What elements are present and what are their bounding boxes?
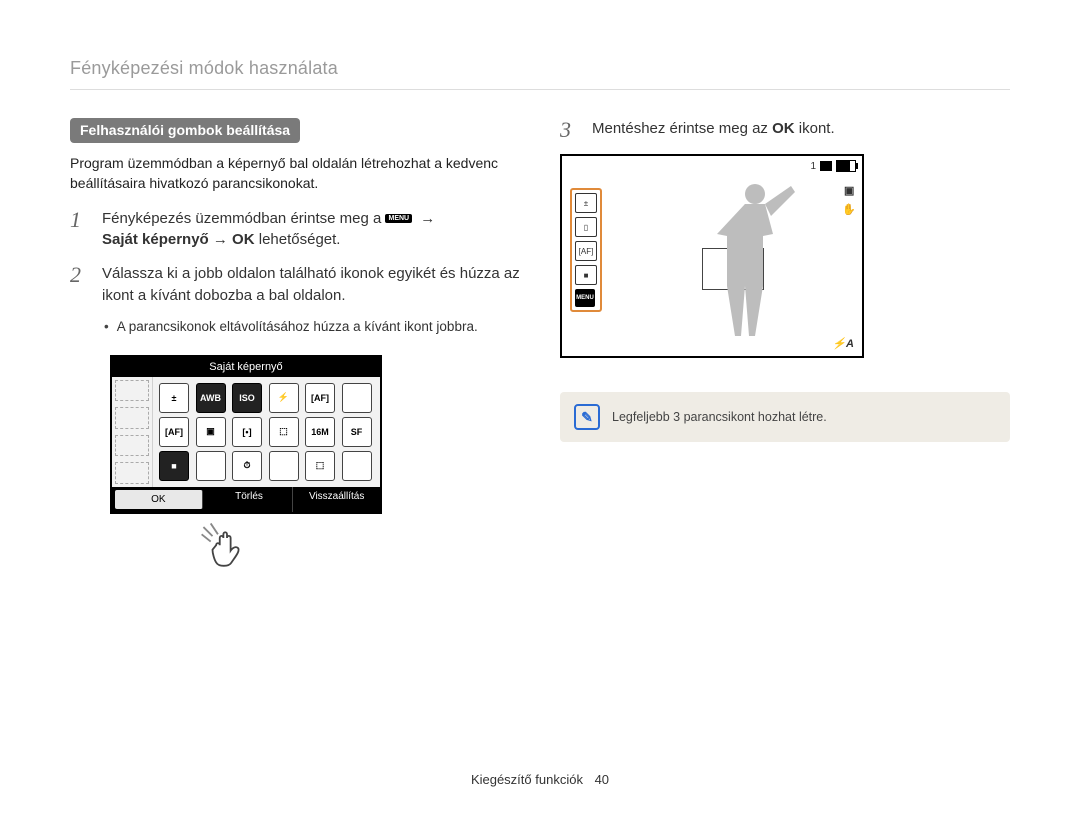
side-icon: ▯ bbox=[575, 217, 597, 237]
left-column: Felhasználói gombok beállítása Program ü… bbox=[70, 118, 520, 514]
step-number: 3 bbox=[560, 118, 578, 142]
grid-icon bbox=[342, 451, 372, 481]
shortcut-slot bbox=[115, 407, 149, 429]
step-2-bullet-text: A parancsikonok eltávolításához húzza a … bbox=[117, 319, 478, 335]
shortcut-slot bbox=[115, 380, 149, 402]
step-2: 2 Válassza ki a jobb oldalon található i… bbox=[70, 263, 520, 307]
grid-icon bbox=[269, 451, 299, 481]
shot-title: Saját képernyő bbox=[112, 357, 380, 377]
info-icon: ✎ bbox=[574, 404, 600, 430]
grid-icon: ⏱ bbox=[232, 451, 262, 481]
my-screen-screenshot: Saját képernyő ± AWB ISO ⚡ [AF] bbox=[110, 355, 382, 514]
grid-icon: [AF] bbox=[159, 417, 189, 447]
shortcut-dropzone bbox=[112, 377, 153, 487]
grid-icon: ⬚ bbox=[269, 417, 299, 447]
footer-section: Kiegészítő funkciók bbox=[471, 772, 583, 787]
memory-icon bbox=[820, 161, 832, 171]
grid-icon: ± bbox=[159, 383, 189, 413]
grid-icon: 16M bbox=[305, 417, 335, 447]
grid-icon: AWB bbox=[196, 383, 226, 413]
grid-icon: ⬚ bbox=[305, 451, 335, 481]
status-icons: ▣ ✋ bbox=[842, 184, 856, 216]
side-menu-icon: MENU bbox=[575, 289, 595, 307]
step-3: 3 Mentéshez érintse meg az OK ikont. bbox=[560, 118, 1010, 142]
shot-counter: 1 bbox=[810, 161, 816, 172]
step-2-text: Válassza ki a jobb oldalon található iko… bbox=[102, 263, 520, 307]
note-box: ✎ Legfeljebb 3 parancsikont hozhat létre… bbox=[560, 392, 1010, 442]
step-3-strong: OK bbox=[772, 120, 795, 137]
bullet-icon: • bbox=[104, 319, 109, 335]
grid-icon: ISO bbox=[232, 383, 262, 413]
battery-icon bbox=[836, 160, 856, 172]
step-3-text-a: Mentéshez érintse meg az bbox=[592, 120, 772, 137]
page-footer: Kiegészítő funkciók 40 bbox=[0, 772, 1080, 787]
note-text: Legfeljebb 3 parancsikont hozhat létre. bbox=[612, 410, 827, 424]
shortcut-slot bbox=[115, 435, 149, 457]
grid-icon: [AF] bbox=[305, 383, 335, 413]
step-1-text-b: lehetőséget. bbox=[259, 231, 341, 248]
status-icon: ✋ bbox=[842, 203, 856, 216]
step-number: 2 bbox=[70, 263, 88, 307]
shot-reset-button: Visszaállítás bbox=[293, 487, 380, 512]
status-icon: ▣ bbox=[844, 184, 854, 197]
chapter-title: Fényképezési módok használata bbox=[70, 58, 1010, 90]
step-3-text-b: ikont. bbox=[799, 120, 835, 137]
grid-icon bbox=[342, 383, 372, 413]
grid-icon: ■ bbox=[159, 451, 189, 481]
camera-preview-screenshot: 1 ± ▯ [AF] ■ MENU ▣ ✋ bbox=[560, 154, 864, 358]
grid-icon bbox=[196, 451, 226, 481]
step-2-bullet: • A parancsikonok eltávolításához húzza … bbox=[70, 319, 520, 335]
flash-mode: ⚡A bbox=[832, 337, 854, 350]
arrow-icon: → bbox=[420, 208, 435, 230]
step-1: 1 Fényképezés üzemmódban érintse meg a M… bbox=[70, 208, 520, 252]
step-1-strong: Saját képernyő → OK bbox=[102, 231, 255, 248]
shortcut-slot bbox=[115, 462, 149, 484]
grid-icon: [•] bbox=[232, 417, 262, 447]
shortcut-bar: ± ▯ [AF] ■ MENU bbox=[570, 188, 602, 312]
step-number: 1 bbox=[70, 208, 88, 252]
grid-icon: ▣ bbox=[196, 417, 226, 447]
grid-icon: SF bbox=[342, 417, 372, 447]
menu-icon: MENU bbox=[385, 214, 412, 223]
intro-text: Program üzemmódban a képernyő bal oldalá… bbox=[70, 153, 520, 194]
step-1-text-a: Fényképezés üzemmódban érintse meg a bbox=[102, 210, 385, 227]
shot-ok-button: OK bbox=[115, 490, 203, 509]
section-subhead: Felhasználói gombok beállítása bbox=[70, 118, 300, 143]
shot-delete-button: Törlés bbox=[206, 487, 294, 512]
drag-hand-icon bbox=[198, 518, 256, 581]
page-number: 40 bbox=[595, 772, 609, 787]
side-icon: ■ bbox=[575, 265, 597, 285]
right-column: 3 Mentéshez érintse meg az OK ikont. 1 ±… bbox=[560, 118, 1010, 514]
side-icon: [AF] bbox=[575, 241, 597, 261]
person-silhouette-icon bbox=[707, 176, 797, 351]
grid-icon: ⚡ bbox=[269, 383, 299, 413]
side-icon: ± bbox=[575, 193, 597, 213]
shortcut-grid: ± AWB ISO ⚡ [AF] [AF] ▣ [•] ⬚ 16M SF ■ bbox=[153, 377, 380, 487]
